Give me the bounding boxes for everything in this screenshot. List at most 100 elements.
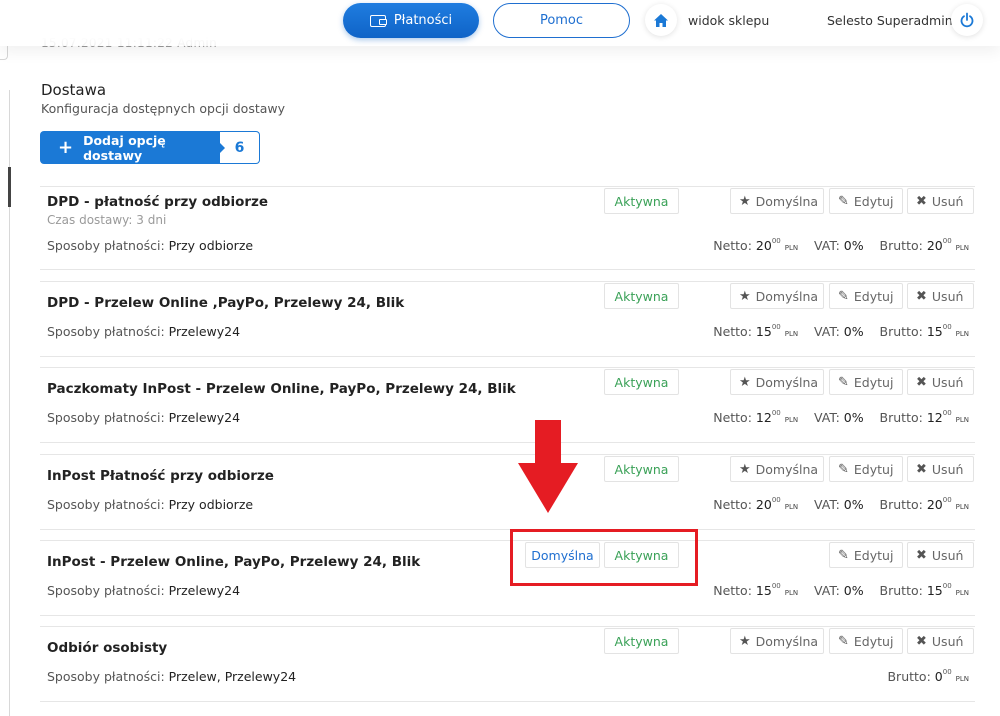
add-delivery-option-button[interactable]: + Dodaj opcję dostawy 6 [40,131,260,164]
brutto-value: 20 [926,238,943,253]
help-button[interactable]: Pomoc [493,3,630,38]
currency: PLN [955,675,969,683]
payments-label: Płatności [393,13,453,28]
set-default-label: Domyślna [755,374,819,390]
netto-label: Netto: [713,583,752,598]
top-bar: Płatności Pomoc widok sklepu Selesto Sup… [0,0,1000,46]
vat-value: 0% [843,324,864,339]
edit-label: Edytuj [853,461,894,477]
delete-button[interactable]: ✖ Usuń [907,628,974,654]
brutto-label: Brutto: [879,583,923,598]
edit-button[interactable]: ✎ Edytuj [829,188,903,214]
user-name: Selesto Superadmin [827,13,953,28]
delivery-name: Odbiór osobisty [47,640,168,656]
brutto-decimals: 00 [942,236,952,245]
currency: PLN [784,503,799,511]
plus-icon: + [58,136,74,158]
edit-button[interactable]: ✎ Edytuj [829,628,903,654]
netto-value: 15 [755,324,772,339]
price-summary: Netto: 1500 PLN VAT: 0% Brutto: 1500 PLN [713,322,969,339]
delivery-count-badge: 6 [219,131,260,164]
pencil-icon: ✎ [838,633,849,649]
row-divider [40,529,975,530]
pencil-icon: ✎ [838,193,849,209]
edit-button[interactable]: ✎ Edytuj [829,283,903,309]
vat-value: 0% [843,583,864,598]
delete-button[interactable]: ✖ Usuń [907,456,974,482]
payments-button[interactable]: Płatności [343,3,479,38]
vat-label: VAT: [813,583,840,598]
payment-methods: Sposoby płatności: Przelewy24 [47,324,240,339]
netto-value: 15 [755,583,772,598]
payment-methods-value: Przy odbiorze [168,497,254,512]
close-icon: ✖ [916,288,927,304]
pencil-icon: ✎ [838,547,849,563]
logout-button[interactable] [951,4,983,36]
payment-methods-label: Sposoby płatności: [47,669,165,684]
price-summary: Netto: 1500 PLN VAT: 0% Brutto: 1500 PLN [713,581,969,598]
edit-button[interactable]: ✎ Edytuj [829,456,903,482]
vat-label: VAT: [813,324,840,339]
delete-label: Usuń [931,193,964,209]
edit-label: Edytuj [853,193,894,209]
home-button[interactable] [645,4,677,36]
price-summary: Brutto: 000 PLN [887,667,969,684]
edit-label: Edytuj [853,374,894,390]
delete-label: Usuń [931,374,964,390]
delete-button[interactable]: ✖ Usuń [907,542,974,568]
brutto-label: Brutto: [879,497,923,512]
netto-value: 20 [755,497,772,512]
brutto-decimals: 00 [942,322,952,331]
left-rail-indicator [8,167,11,207]
close-icon: ✖ [916,461,927,477]
vat-value: 0% [843,238,864,253]
payment-methods-label: Sposoby płatności: [47,238,165,253]
payment-methods-value: Przelewy24 [168,583,241,598]
set-default-button[interactable]: ★ Domyślna [730,456,824,482]
set-default-button[interactable]: ★ Domyślna [730,283,824,309]
netto-decimals: 00 [771,408,781,417]
star-icon: ★ [739,193,751,209]
delete-label: Usuń [931,547,964,563]
set-default-label: Domyślna [755,193,819,209]
set-default-button[interactable]: ★ Domyślna [730,369,824,395]
netto-decimals: 00 [771,495,781,504]
close-icon: ✖ [916,633,927,649]
currency: PLN [955,416,969,424]
brutto-decimals: 00 [942,495,952,504]
set-default-label: Domyślna [755,633,819,649]
currency: PLN [955,330,969,338]
delete-button[interactable]: ✖ Usuń [907,188,974,214]
shop-view-link[interactable]: widok sklepu [688,13,769,28]
delivery-row: Odbiór osobisty Sposoby płatności: Przel… [40,626,975,702]
brutto-decimals: 00 [942,667,952,676]
delivery-name: DPD - płatność przy odbiorze [47,194,269,210]
netto-label: Netto: [713,238,752,253]
edit-button[interactable]: ✎ Edytuj [829,542,903,568]
status-badge-active: Aktywna [604,188,679,214]
delete-button[interactable]: ✖ Usuń [907,369,974,395]
brutto-value: 15 [926,324,943,339]
wallet-icon [369,14,387,27]
delete-button[interactable]: ✖ Usuń [907,283,974,309]
add-delivery-main[interactable]: + Dodaj opcję dostawy [40,131,220,164]
payment-methods: Sposoby płatności: Przelewy24 [47,583,240,598]
brutto-value: 0 [934,669,943,684]
edit-button[interactable]: ✎ Edytuj [829,369,903,395]
brutto-decimals: 00 [942,581,952,590]
brutto-value: 12 [926,410,943,425]
brutto-label: Brutto: [879,238,923,253]
delivery-time: Czas dostawy: 3 dni [47,213,167,227]
netto-decimals: 00 [771,236,781,245]
netto-decimals: 00 [771,322,781,331]
star-icon: ★ [739,288,751,304]
payment-methods-value: Przelew, Przelewy24 [168,669,297,684]
set-default-button[interactable]: ★ Domyślna [730,188,824,214]
page-title: Dostawa [41,81,107,99]
vat-label: VAT: [813,410,840,425]
set-default-button[interactable]: ★ Domyślna [730,628,824,654]
left-stub [0,46,8,60]
pencil-icon: ✎ [838,374,849,390]
payment-methods-label: Sposoby płatności: [47,497,165,512]
payment-methods-value: Przelewy24 [168,324,241,339]
